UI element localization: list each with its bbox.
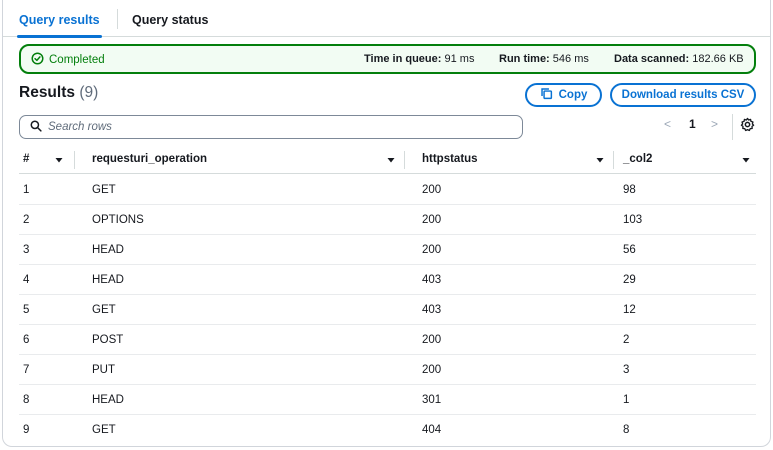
download-button-label: Download results CSV (621, 89, 745, 101)
success-check-icon (31, 52, 49, 68)
cell-index: 4 (23, 274, 30, 286)
pagination-divider (732, 114, 733, 140)
cell-index: 5 (23, 304, 30, 316)
data-scanned-value: 182.66 KB (692, 53, 744, 65)
cell-index: 7 (23, 364, 30, 376)
search-icon (30, 120, 42, 135)
cell-requesturi-operation: HEAD (92, 244, 124, 256)
search-box[interactable] (19, 115, 523, 139)
copy-button[interactable]: Copy (525, 83, 602, 107)
run-time: Run time: 546 ms (499, 53, 589, 65)
table-row: 6 POST 200 2 (19, 325, 756, 355)
cell-requesturi-operation: GET (92, 184, 116, 196)
cell-httpstatus: 200 (422, 334, 442, 346)
copy-icon (540, 87, 559, 103)
time-in-queue-value: 91 ms (444, 53, 475, 65)
cell-requesturi-operation: HEAD (92, 394, 124, 406)
tab-query-results[interactable]: Query results (17, 0, 102, 38)
tab-bar: Query results Query status (3, 0, 770, 38)
search-input[interactable] (48, 121, 508, 133)
cell-requesturi-operation: GET (92, 424, 116, 436)
column-separator[interactable] (74, 151, 75, 169)
table-row: 1 GET 200 98 (19, 175, 756, 205)
tab-query-status[interactable]: Query status (132, 0, 208, 37)
query-results-panel: Query results Query status Completed Tim… (2, 0, 771, 447)
next-page-button[interactable]: > (711, 117, 718, 137)
status-indicator: Completed (31, 52, 105, 68)
sort-caret-icon[interactable] (741, 154, 751, 164)
cell-httpstatus: 200 (422, 244, 442, 256)
column-header-col2[interactable]: _col2 (623, 153, 652, 165)
cell-httpstatus: 403 (422, 274, 442, 286)
cell-col2: 29 (623, 274, 636, 286)
copy-button-label: Copy (558, 89, 588, 101)
column-separator[interactable] (613, 151, 614, 169)
time-in-queue: Time in queue: 91 ms (364, 53, 474, 65)
cell-requesturi-operation: HEAD (92, 274, 124, 286)
table-header: # requesturi_operation httpstatus _col2 (19, 145, 756, 174)
cell-httpstatus: 404 (422, 424, 442, 436)
cell-httpstatus: 200 (422, 214, 442, 226)
cell-index: 8 (23, 394, 30, 406)
run-time-label: Run time: (499, 53, 550, 65)
table-row: 2 OPTIONS 200 103 (19, 205, 756, 235)
cell-index: 9 (23, 424, 30, 436)
cell-col2: 8 (623, 424, 630, 436)
cell-requesturi-operation: PUT (92, 364, 115, 376)
column-separator[interactable] (404, 151, 405, 169)
page-number-1[interactable]: 1 (689, 117, 696, 137)
settings-gear-icon[interactable] (740, 117, 755, 135)
cell-index: 2 (23, 214, 30, 226)
status-label: Completed (49, 54, 105, 66)
table-row: 3 HEAD 200 56 (19, 235, 756, 265)
query-status-banner: Completed Time in queue: 91 ms Run time:… (19, 44, 756, 74)
cell-requesturi-operation: GET (92, 304, 116, 316)
download-results-csv-button[interactable]: Download results CSV (610, 83, 756, 107)
column-header-index[interactable]: # (23, 153, 29, 165)
results-heading: Results (9) (19, 84, 98, 102)
cell-httpstatus: 200 (422, 364, 442, 376)
cell-httpstatus: 403 (422, 304, 442, 316)
table-row: 9 GET 404 8 (19, 415, 756, 445)
cell-col2: 2 (623, 334, 630, 346)
run-time-value: 546 ms (552, 53, 589, 65)
cell-index: 1 (23, 184, 30, 196)
column-header-httpstatus[interactable]: httpstatus (422, 153, 478, 165)
cell-col2: 103 (623, 214, 643, 226)
sort-caret-icon[interactable] (386, 154, 396, 164)
table-row: 4 HEAD 403 29 (19, 265, 756, 295)
cell-col2: 1 (623, 394, 630, 406)
cell-index: 6 (23, 334, 30, 346)
cell-col2: 56 (623, 244, 636, 256)
tab-divider (117, 9, 118, 29)
cell-requesturi-operation: POST (92, 334, 124, 346)
cell-col2: 98 (623, 184, 636, 196)
table-row: 5 GET 403 12 (19, 295, 756, 325)
cell-index: 3 (23, 244, 30, 256)
results-count: (9) (79, 84, 99, 101)
cell-col2: 12 (623, 304, 636, 316)
previous-page-button[interactable]: < (664, 117, 671, 137)
cell-httpstatus: 301 (422, 394, 442, 406)
cell-httpstatus: 200 (422, 184, 442, 196)
sort-caret-icon[interactable] (595, 154, 605, 164)
data-scanned: Data scanned: 182.66 KB (614, 53, 744, 65)
column-header-requesturi-operation[interactable]: requesturi_operation (92, 153, 207, 165)
table-row: 8 HEAD 301 1 (19, 385, 756, 415)
sort-caret-icon[interactable] (54, 154, 64, 164)
cell-requesturi-operation: OPTIONS (92, 214, 144, 226)
table-row: 7 PUT 200 3 (19, 355, 756, 385)
time-in-queue-label: Time in queue: (364, 53, 442, 65)
cell-col2: 3 (623, 364, 630, 376)
results-title: Results (19, 84, 75, 101)
data-scanned-label: Data scanned: (614, 53, 690, 65)
